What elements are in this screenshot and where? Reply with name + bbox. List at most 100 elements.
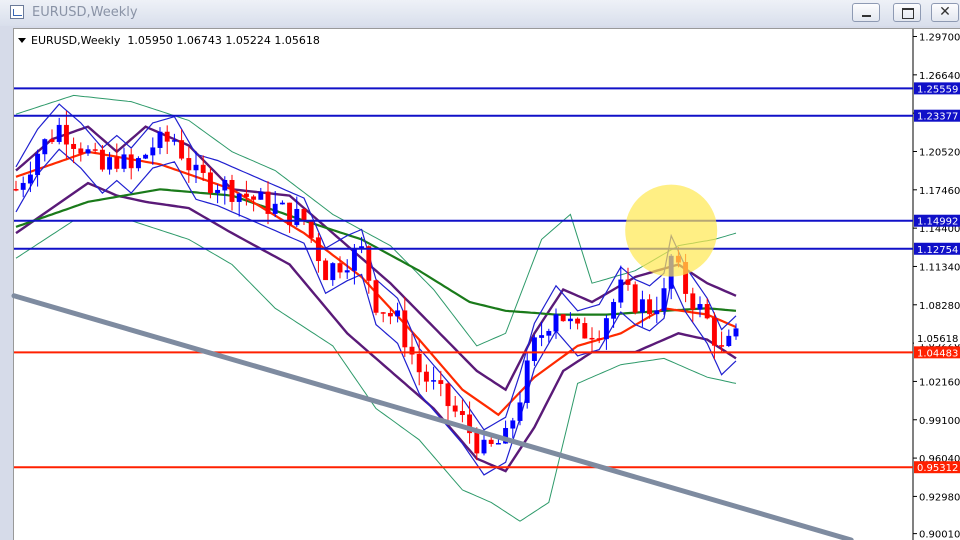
price-level-label: 0.95312 [917,463,958,474]
price-level-label: 1.12754 [917,245,958,256]
candle-body[interactable] [431,380,437,382]
candle-body[interactable] [330,263,336,281]
candle-body[interactable] [726,335,732,347]
candle-body[interactable] [366,246,372,281]
candle-body[interactable] [294,208,300,226]
candle-body[interactable] [531,337,537,361]
candle-body[interactable] [625,279,631,285]
candle-body[interactable] [279,202,285,205]
candle-body[interactable] [697,304,703,310]
y-tick-label: 1.11340 [919,262,960,273]
candle-body[interactable] [229,179,235,202]
candle-body[interactable] [618,279,624,303]
candle-body[interactable] [524,360,530,403]
candle-body[interactable] [459,411,465,415]
candle-body[interactable] [179,140,185,159]
candle-body[interactable] [719,345,725,347]
candle-body[interactable] [575,318,581,324]
candle-body[interactable] [395,310,401,317]
candle-body[interactable] [539,335,545,338]
candle-body[interactable] [380,312,386,314]
candle-body[interactable] [272,203,278,214]
candle-body[interactable] [114,157,120,169]
candle-body[interactable] [711,317,717,346]
trendline[interactable] [11,293,854,540]
candle-body[interactable] [546,330,552,336]
candle-body[interactable] [510,420,516,429]
candle-body[interactable] [143,154,149,159]
candle-body[interactable] [42,139,48,155]
candle-body[interactable] [207,172,213,194]
candle-body[interactable] [445,383,451,407]
candle-body[interactable] [186,158,192,171]
candle-body[interactable] [582,323,588,339]
candle-body[interactable] [517,402,523,421]
highlight-circle [625,184,718,277]
candle-body[interactable] [35,153,41,176]
candle-body[interactable] [20,182,26,190]
candle-body[interactable] [71,143,77,149]
candle-body[interactable] [251,196,257,200]
candle-body[interactable] [474,432,480,454]
candle-body[interactable] [243,193,249,197]
candle-body[interactable] [654,310,660,315]
candle-body[interactable] [258,191,264,200]
candle-body[interactable] [567,318,573,322]
y-tick-label: 0.99100 [919,416,960,427]
candle-body[interactable] [438,380,444,384]
candle-body[interactable] [171,140,177,142]
candle-body[interactable] [308,220,314,238]
candle-body[interactable] [344,270,350,273]
candle-body[interactable] [560,314,566,322]
candle-body[interactable] [85,149,91,154]
candle-body[interactable] [27,174,33,184]
candle-body[interactable] [92,149,98,151]
candle-body[interactable] [107,157,113,170]
price-chart[interactable]: 1.297001.266401.235801.205201.174601.144… [0,0,960,540]
candle-body[interactable] [596,338,602,340]
candle-body[interactable] [337,263,343,273]
candle-body[interactable] [481,439,487,454]
candle-body[interactable] [193,164,199,171]
candle-body[interactable] [452,405,458,412]
candle-body[interactable] [150,147,156,156]
candle-body[interactable] [215,189,221,194]
candle-body[interactable] [416,353,422,373]
candle-body[interactable] [351,248,357,271]
candle-body[interactable] [387,312,393,317]
candle-body[interactable] [639,299,645,313]
candle-body[interactable] [611,301,617,319]
candle-body[interactable] [78,148,84,154]
candle-body[interactable] [589,337,595,340]
candle-body[interactable] [661,288,667,311]
candle-body[interactable] [222,179,228,191]
candle-body[interactable] [236,193,242,202]
candle-body[interactable] [63,124,69,145]
candle-body[interactable] [265,191,271,214]
candle-body[interactable] [488,439,494,444]
candle-body[interactable] [402,310,408,348]
candle-body[interactable] [164,131,170,142]
candle-body[interactable] [690,293,696,310]
candle-body[interactable] [128,154,134,169]
candle-body[interactable] [135,158,141,169]
candle-body[interactable] [200,164,206,173]
candle-body[interactable] [373,280,379,313]
candle-body[interactable] [13,189,19,191]
candle-body[interactable] [323,260,329,281]
candle-body[interactable] [603,318,609,340]
candle-body[interactable] [553,314,559,332]
candle-body[interactable] [157,131,163,148]
candle-body[interactable] [647,299,653,315]
candle-body[interactable] [495,443,501,445]
candle-body[interactable] [49,139,55,142]
candle-body[interactable] [121,154,127,169]
candle-body[interactable] [733,328,739,337]
candle-body[interactable] [423,371,429,382]
candle-body[interactable] [99,149,105,170]
candle-body[interactable] [56,124,62,142]
dropdown-triangle-icon[interactable] [18,38,26,43]
candle-body[interactable] [704,304,710,319]
candle-body[interactable] [632,284,638,313]
candle-body[interactable] [301,208,307,222]
